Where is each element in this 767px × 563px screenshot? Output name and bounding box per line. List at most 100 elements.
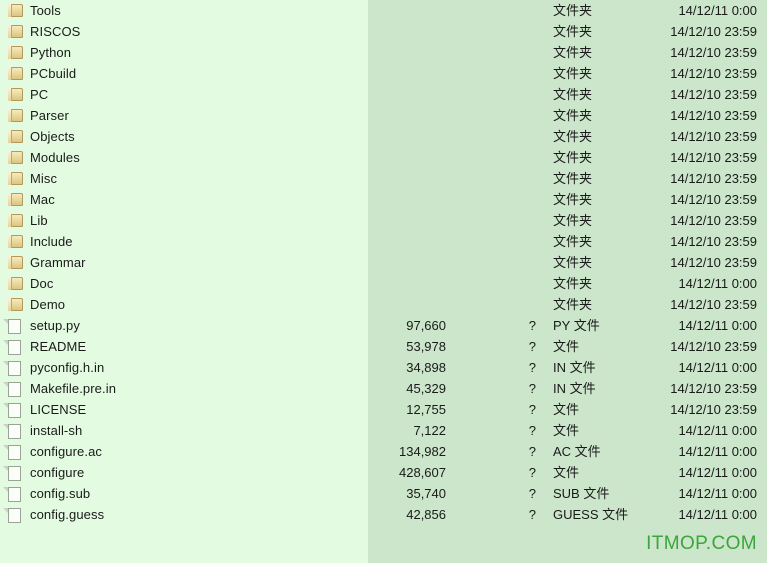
folder-icon xyxy=(8,108,23,123)
site-watermark: ITMOP.COM xyxy=(646,533,757,554)
file-date-cell: 14/12/10 23:59 xyxy=(670,66,757,81)
table-row[interactable]: Doc 文件夹 14/12/11 0:00 xyxy=(0,273,767,294)
file-explorer-list-view: Tools 文件夹 14/12/11 0:00 RISCOS 文件夹 14/12/10 2… xyxy=(0,0,767,563)
file-name-cell[interactable]: Python xyxy=(8,42,71,63)
file-name-label: configure.ac xyxy=(30,444,103,459)
file-date-cell: 14/12/10 23:59 xyxy=(670,108,757,123)
table-row[interactable]: Objects 文件夹 14/12/10 23:59 xyxy=(0,126,767,147)
file-type-cell: AC 文件 xyxy=(553,444,601,459)
table-row[interactable]: config.sub 35,740? SUB 文件 14/12/11 0:00 xyxy=(0,483,767,504)
file-type-cell: 文件夹 xyxy=(553,45,593,60)
file-date-cell: 14/12/10 23:59 xyxy=(670,402,757,417)
folder-icon xyxy=(8,87,23,102)
table-row[interactable]: Misc 文件夹 14/12/10 23:59 xyxy=(0,168,767,189)
file-name-cell[interactable]: Grammar xyxy=(8,252,86,273)
file-name-cell[interactable]: Tools xyxy=(8,0,61,21)
file-name-cell[interactable]: README xyxy=(3,336,86,357)
file-type-cell: IN 文件 xyxy=(553,360,596,375)
table-row[interactable]: pyconfig.h.in 34,898? IN 文件 14/12/11 0:00 xyxy=(0,357,767,378)
table-row[interactable]: LICENSE 12,755? 文件 14/12/10 23:59 xyxy=(0,399,767,420)
file-date-cell: 14/12/11 0:00 xyxy=(678,444,757,459)
table-row[interactable]: README 53,978? 文件 14/12/10 23:59 xyxy=(0,336,767,357)
file-size-cell xyxy=(310,147,446,168)
file-type-cell: PY 文件 xyxy=(553,318,600,333)
table-row[interactable]: configure.ac 134,982? AC 文件 14/12/11 0:00 xyxy=(0,441,767,462)
compression-ratio-cell xyxy=(520,252,536,273)
table-row[interactable]: Grammar 文件夹 14/12/10 23:59 xyxy=(0,252,767,273)
table-row[interactable]: Modules 文件夹 14/12/10 23:59 xyxy=(0,147,767,168)
file-name-cell[interactable]: Demo xyxy=(8,294,65,315)
table-row[interactable]: Demo 文件夹 14/12/10 23:59 xyxy=(0,294,767,315)
file-name-label: Lib xyxy=(30,213,48,228)
file-name-label: install-sh xyxy=(30,423,83,438)
table-row[interactable]: Include 文件夹 14/12/10 23:59 xyxy=(0,231,767,252)
file-type-cell: 文件 xyxy=(553,423,580,438)
file-type-cell: 文件夹 xyxy=(553,66,593,81)
file-name-cell[interactable]: config.sub xyxy=(3,483,90,504)
compression-ratio-cell xyxy=(520,231,536,252)
folder-icon xyxy=(8,276,23,291)
file-icon xyxy=(3,318,23,334)
file-date-cell: 14/12/10 23:59 xyxy=(670,171,757,186)
file-name-cell[interactable]: install-sh xyxy=(3,420,83,441)
compression-ratio-cell xyxy=(520,84,536,105)
file-name-cell[interactable]: configure.ac xyxy=(3,441,103,462)
file-name-cell[interactable]: RISCOS xyxy=(8,21,80,42)
file-name-cell[interactable]: LICENSE xyxy=(3,399,86,420)
file-name-cell[interactable]: PCbuild xyxy=(8,63,76,84)
file-icon xyxy=(3,507,23,523)
file-name-cell[interactable]: Doc xyxy=(8,273,53,294)
compression-ratio-cell: ? xyxy=(528,465,536,480)
compression-ratio-cell xyxy=(520,42,536,63)
file-name-cell[interactable]: pyconfig.h.in xyxy=(3,357,104,378)
file-date-cell: 14/12/11 0:00 xyxy=(678,3,757,18)
file-name-cell[interactable]: Makefile.pre.in xyxy=(3,378,116,399)
file-type-cell: 文件夹 xyxy=(553,108,593,123)
table-row[interactable]: Python 文件夹 14/12/10 23:59 xyxy=(0,42,767,63)
file-type-cell: 文件夹 xyxy=(553,255,593,270)
file-type-cell: 文件夹 xyxy=(553,276,593,291)
table-row[interactable]: Makefile.pre.in 45,329? IN 文件 14/12/10 23:5… xyxy=(0,378,767,399)
compression-ratio-cell xyxy=(520,126,536,147)
table-row[interactable]: config.guess 42,856? GUESS 文件 14/12/11 0:00 xyxy=(0,504,767,525)
file-list[interactable]: Tools 文件夹 14/12/11 0:00 RISCOS 文件夹 14/12/10 2… xyxy=(0,0,767,525)
file-name-cell[interactable]: Parser xyxy=(8,105,69,126)
file-name-cell[interactable]: Misc xyxy=(8,168,57,189)
file-name-cell[interactable]: Lib xyxy=(8,210,48,231)
file-icon xyxy=(3,339,23,355)
table-row[interactable]: Parser 文件夹 14/12/10 23:59 xyxy=(0,105,767,126)
file-name-label: configure xyxy=(30,465,85,480)
file-name-cell[interactable]: PC xyxy=(8,84,48,105)
compression-ratio-cell xyxy=(520,21,536,42)
compression-ratio-cell xyxy=(520,147,536,168)
file-name-cell[interactable]: Mac xyxy=(8,189,55,210)
compression-ratio-cell: ? xyxy=(528,360,536,375)
table-row[interactable]: install-sh 7,122? 文件 14/12/11 0:00 xyxy=(0,420,767,441)
table-row[interactable]: Mac 文件夹 14/12/10 23:59 xyxy=(0,189,767,210)
table-row[interactable]: RISCOS 文件夹 14/12/10 23:59 xyxy=(0,21,767,42)
file-name-cell[interactable]: config.guess xyxy=(3,504,105,525)
file-name-cell[interactable]: Modules xyxy=(8,147,80,168)
file-size-cell xyxy=(310,84,446,105)
file-date-cell: 14/12/10 23:59 xyxy=(670,45,757,60)
table-row[interactable]: PC 文件夹 14/12/10 23:59 xyxy=(0,84,767,105)
file-name-cell[interactable]: setup.py xyxy=(3,315,80,336)
file-name-cell[interactable]: configure xyxy=(3,462,85,483)
table-row[interactable]: Lib 文件夹 14/12/10 23:59 xyxy=(0,210,767,231)
table-row[interactable]: setup.py 97,660? PY 文件 14/12/11 0:00 xyxy=(0,315,767,336)
file-date-cell: 14/12/10 23:59 xyxy=(670,192,757,207)
file-date-cell: 14/12/10 23:59 xyxy=(670,129,757,144)
file-name-label: config.guess xyxy=(30,507,105,522)
compression-ratio-cell xyxy=(520,63,536,84)
folder-icon xyxy=(8,213,23,228)
file-size-cell xyxy=(310,273,446,294)
folder-icon xyxy=(8,24,23,39)
file-date-cell: 14/12/11 0:00 xyxy=(678,465,757,480)
file-name-label: Misc xyxy=(30,171,58,186)
compression-ratio-cell xyxy=(520,189,536,210)
table-row[interactable]: PCbuild 文件夹 14/12/10 23:59 xyxy=(0,63,767,84)
table-row[interactable]: Tools 文件夹 14/12/11 0:00 xyxy=(0,0,767,21)
file-name-cell[interactable]: Objects xyxy=(8,126,75,147)
file-name-cell[interactable]: Include xyxy=(8,231,73,252)
table-row[interactable]: configure 428,607? 文件 14/12/11 0:00 xyxy=(0,462,767,483)
